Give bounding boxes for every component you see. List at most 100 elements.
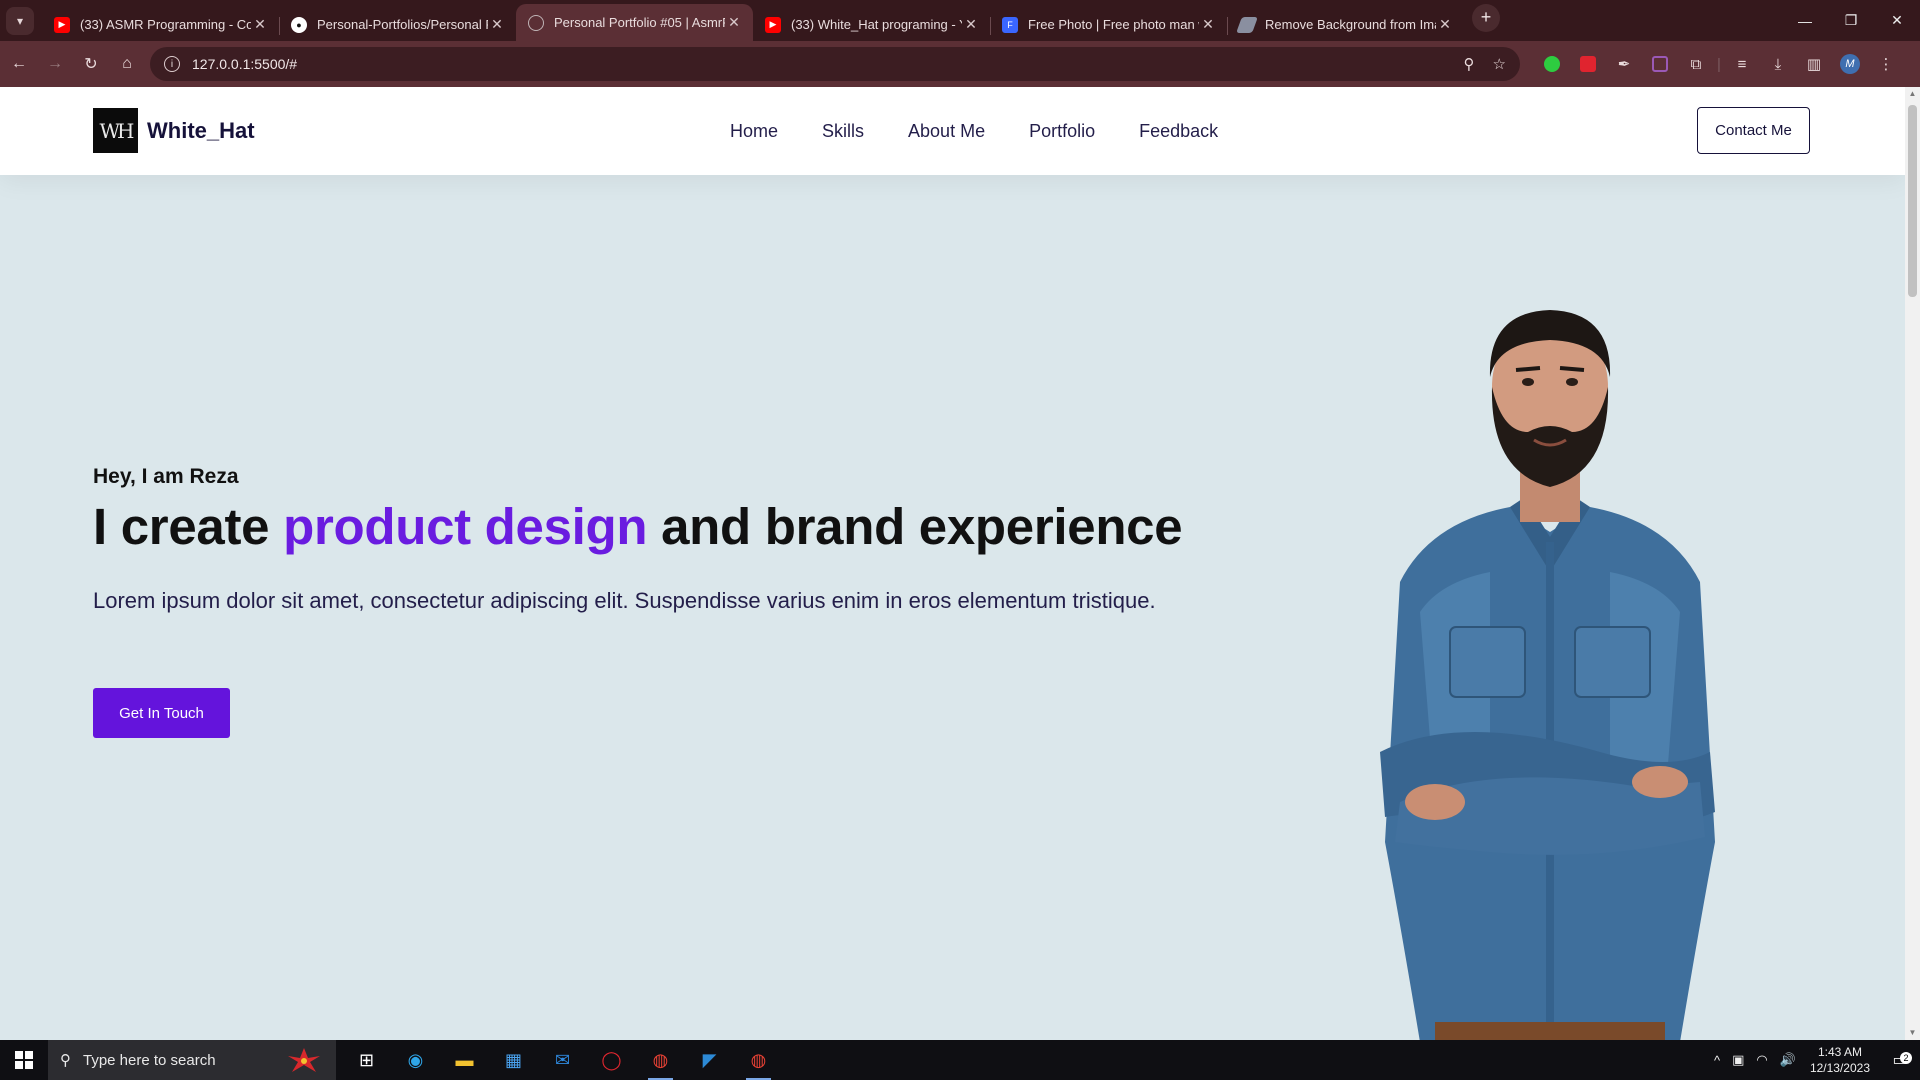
get-in-touch-button[interactable]: Get In Touch <box>93 688 230 738</box>
system-tray: ^ ▣ ◠ 🔊 1:43 AM 12/13/2023 ▭2 <box>1708 1040 1920 1080</box>
hero-title-after: and brand experience <box>647 498 1183 555</box>
nav-skills[interactable]: Skills <box>822 121 864 142</box>
minimize-icon[interactable]: — <box>1782 0 1828 41</box>
scroll-up-icon[interactable]: ▲ <box>1905 87 1920 101</box>
tab-title: Remove Background from Imag <box>1265 17 1436 32</box>
windows-taskbar: ⚲ Type here to search ⊞ ◉ ▬ ▦ ✉ ◯ ◍ ◤ ◍ … <box>0 1040 1920 1080</box>
main-nav: Home Skills About Me Portfolio Feedback <box>730 87 1262 175</box>
tab-strip: ▶ (33) ASMR Programming - Com ✕ ● Person… <box>42 0 1464 41</box>
toolbar-divider: | <box>1717 55 1721 73</box>
back-icon[interactable]: ← <box>2 47 36 81</box>
tab-title: (33) ASMR Programming - Com <box>80 17 251 32</box>
mail-icon[interactable]: ✉ <box>538 1040 587 1080</box>
side-panel-icon[interactable]: ▥ <box>1796 46 1832 82</box>
network-icon[interactable]: ◠ <box>1756 1052 1767 1068</box>
browser-tab[interactable]: F Free Photo | Free photo man wi ✕ <box>990 8 1228 41</box>
nav-about-me[interactable]: About Me <box>908 121 985 142</box>
github-icon: ● <box>291 16 307 33</box>
clock-date: 12/13/2023 <box>1809 1061 1870 1075</box>
browser-tab[interactable]: ● Personal-Portfolios/Personal Po ✕ <box>279 8 517 41</box>
close-icon[interactable]: ✕ <box>1199 16 1217 33</box>
chevron-down-icon: ▾ <box>16 13 24 28</box>
purple-extension-icon[interactable] <box>1642 46 1678 82</box>
poinsettia-icon <box>288 1048 320 1072</box>
page-viewport: WH White_Hat Home Skills About Me Portfo… <box>0 87 1905 1040</box>
hero-greeting: Hey, I am Reza <box>93 465 239 488</box>
hero-title: I create product design and brand experi… <box>93 497 1183 556</box>
windows-start-icon[interactable] <box>0 1040 48 1080</box>
task-view-icon[interactable]: ⊞ <box>342 1040 391 1080</box>
hero-title-before: I create <box>93 498 284 555</box>
scrollbar-thumb[interactable] <box>1908 105 1917 297</box>
clock[interactable]: 1:43 AM 12/13/2023 <box>1810 1044 1870 1076</box>
youtube-icon: ▶ <box>54 16 70 33</box>
site-info-icon[interactable]: i <box>164 56 180 72</box>
youtube-icon: ▶ <box>765 16 781 33</box>
opera-icon[interactable]: ◯ <box>587 1040 636 1080</box>
chrome-profile-icon[interactable]: ◍ <box>734 1040 783 1080</box>
menu-kebab-icon[interactable]: ⋮ <box>1868 46 1904 82</box>
media-control-icon[interactable]: ≡ <box>1724 46 1760 82</box>
window-controls: — ❐ ✕ <box>1782 0 1920 41</box>
browser-tab[interactable]: ▶ (33) White_Hat programing - Yo ✕ <box>753 8 991 41</box>
close-icon[interactable]: ✕ <box>1436 16 1454 33</box>
restore-icon[interactable]: ❐ <box>1828 0 1874 41</box>
close-icon[interactable]: ✕ <box>962 16 980 33</box>
vscode-icon[interactable]: ◤ <box>685 1040 734 1080</box>
home-icon[interactable]: ⌂ <box>110 47 144 81</box>
browser-tab[interactable]: ▶ (33) ASMR Programming - Com ✕ <box>42 8 280 41</box>
address-bar[interactable]: i 127.0.0.1:5500/# ⚲ ☆ <box>150 47 1520 81</box>
bookmark-star-icon[interactable]: ☆ <box>1493 55 1506 73</box>
new-tab-button[interactable]: + <box>1472 3 1500 32</box>
chrome-icon[interactable]: ◍ <box>636 1040 685 1080</box>
extensions-area: ✒ ⧉ | ≡ ⤓ ▥ M ⋮ <box>1534 46 1904 82</box>
clock-time: 1:43 AM <box>1817 1045 1862 1059</box>
file-explorer-icon[interactable]: ▬ <box>440 1040 489 1080</box>
download-icon[interactable]: ⤓ <box>1760 46 1796 82</box>
green-extension-icon[interactable] <box>1534 46 1570 82</box>
removebg-icon <box>1236 16 1258 33</box>
browser-tab-active[interactable]: Personal Portfolio #05 | AsmrPr ✕ <box>516 4 753 41</box>
puzzle-extensions-icon[interactable]: ⧉ <box>1678 46 1714 82</box>
close-icon[interactable]: ✕ <box>725 14 743 31</box>
contact-me-button[interactable]: Contact Me <box>1697 107 1810 154</box>
page-scrollbar[interactable]: ▲ ▼ <box>1905 87 1920 1040</box>
hero-portrait-image <box>1380 310 1715 1040</box>
globe-icon <box>528 14 544 31</box>
tab-title: Personal-Portfolios/Personal Po <box>317 17 488 32</box>
reload-icon[interactable]: ↻ <box>74 47 108 81</box>
red-extension-icon[interactable] <box>1570 46 1606 82</box>
browser-tab[interactable]: Remove Background from Imag ✕ <box>1227 8 1464 41</box>
notification-badge: 2 <box>1900 1052 1912 1064</box>
zoom-icon[interactable]: ⚲ <box>1464 55 1475 73</box>
plus-icon: + <box>1480 7 1492 27</box>
chevron-up-icon[interactable]: ^ <box>1714 1053 1720 1068</box>
notification-center-icon[interactable]: ▭2 <box>1880 1050 1920 1070</box>
tab-search-button[interactable]: ▾ <box>6 6 34 35</box>
profile-avatar[interactable]: M <box>1832 46 1868 82</box>
close-window-icon[interactable]: ✕ <box>1874 0 1920 41</box>
meet-now-icon[interactable]: ▣ <box>1732 1052 1744 1068</box>
brand-name: White_Hat <box>147 117 255 143</box>
forward-icon[interactable]: → <box>38 47 72 81</box>
site-header: WH White_Hat Home Skills About Me Portfo… <box>0 87 1905 175</box>
hero-description: Lorem ipsum dolor sit amet, consectetur … <box>93 588 1156 613</box>
taskbar-apps: ⊞ ◉ ▬ ▦ ✉ ◯ ◍ ◤ ◍ <box>342 1040 783 1080</box>
nav-home[interactable]: Home <box>730 121 778 142</box>
tab-title: (33) White_Hat programing - Yo <box>791 17 962 32</box>
color-picker-icon[interactable]: ✒ <box>1606 46 1642 82</box>
volume-icon[interactable]: 🔊 <box>1780 1052 1796 1068</box>
taskbar-search-box[interactable]: ⚲ Type here to search <box>48 1040 336 1080</box>
microsoft-store-icon[interactable]: ▦ <box>489 1040 538 1080</box>
scroll-down-icon[interactable]: ▼ <box>1905 1026 1920 1040</box>
url-text: 127.0.0.1:5500/# <box>192 56 298 72</box>
nav-feedback[interactable]: Feedback <box>1139 121 1218 142</box>
freepik-icon: F <box>1002 16 1018 33</box>
brand[interactable]: WH White_Hat <box>93 108 255 153</box>
tab-title: Personal Portfolio #05 | AsmrPr <box>554 15 725 30</box>
close-icon[interactable]: ✕ <box>251 16 269 33</box>
close-icon[interactable]: ✕ <box>488 16 506 33</box>
search-icon: ⚲ <box>60 1052 71 1069</box>
edge-icon[interactable]: ◉ <box>391 1040 440 1080</box>
nav-portfolio[interactable]: Portfolio <box>1029 121 1095 142</box>
